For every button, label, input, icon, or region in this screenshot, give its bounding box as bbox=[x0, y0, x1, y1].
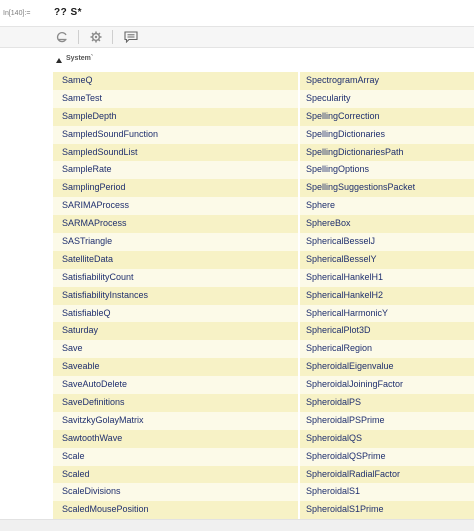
symbol-link[interactable]: SawtoothWave bbox=[53, 429, 298, 448]
symbol-link[interactable]: SamplingPeriod bbox=[53, 179, 298, 198]
symbol-link[interactable]: Specularity bbox=[300, 89, 474, 108]
input-label: In[140]:= bbox=[3, 10, 31, 17]
table-row: SampledSoundFunction SpellingDictionaries bbox=[53, 125, 474, 144]
evaluate-icon[interactable] bbox=[52, 28, 72, 46]
table-row: SampledSoundList SpellingDictionariesPath bbox=[53, 143, 474, 162]
table-row: SatelliteData SphericalBesselY bbox=[53, 250, 474, 269]
symbol-link[interactable]: SaveDefinitions bbox=[53, 394, 298, 412]
symbol-link[interactable]: SampleRate bbox=[53, 161, 298, 180]
table-row: SaveDefinitions SpheroidalPS bbox=[53, 394, 474, 412]
symbol-link[interactable]: SARMAProcess bbox=[53, 215, 298, 234]
toolbar-separator bbox=[78, 30, 79, 44]
symbol-link[interactable]: SphericalBesselY bbox=[300, 250, 474, 269]
table-row: SARIMAProcess Sphere bbox=[53, 197, 474, 216]
toolbar-separator bbox=[112, 30, 113, 44]
table-row: Saveable SpheroidalEigenvalue bbox=[53, 358, 474, 377]
symbol-link[interactable]: SASTriangle bbox=[53, 233, 298, 251]
input-text[interactable]: ?? S* bbox=[54, 7, 82, 18]
table-row: Scaled SpheroidalRadialFactor bbox=[53, 465, 474, 484]
symbol-link[interactable]: SameTest bbox=[53, 89, 298, 108]
symbol-link[interactable]: SphericalBesselJ bbox=[300, 233, 474, 251]
symbol-link[interactable]: SaveAutoDelete bbox=[53, 376, 298, 395]
symbol-link[interactable]: SpheroidalEigenvalue bbox=[300, 358, 474, 377]
table-row: SampleRate SpellingOptions bbox=[53, 161, 474, 180]
table-row: Save SphericalRegion bbox=[53, 340, 474, 359]
symbol-link[interactable]: SphericalHankelH2 bbox=[300, 286, 474, 305]
collapse-triangle-icon[interactable] bbox=[55, 56, 63, 64]
symbol-link[interactable]: SpellingSuggestionsPacket bbox=[300, 179, 474, 198]
table-row: SamplingPeriod SpellingSuggestionsPacket bbox=[53, 179, 474, 198]
output-toolbar bbox=[0, 26, 474, 48]
symbol-link[interactable]: Sphere bbox=[300, 197, 474, 216]
settings-gear-icon[interactable] bbox=[86, 28, 106, 46]
symbol-link[interactable]: SatisfiabilityCount bbox=[53, 268, 298, 287]
table-row: SARMAProcess SphereBox bbox=[53, 215, 474, 234]
symbol-link[interactable]: SARIMAProcess bbox=[53, 197, 298, 216]
symbol-link[interactable]: SatisfiableQ bbox=[53, 304, 298, 323]
context-label: System` bbox=[66, 55, 94, 62]
symbol-link[interactable]: SatelliteData bbox=[53, 250, 298, 269]
table-row: SameQ SpectrogramArray bbox=[53, 72, 474, 90]
symbol-link[interactable]: SampleDepth bbox=[53, 107, 298, 126]
symbol-link[interactable]: SpellingOptions bbox=[300, 161, 474, 180]
symbol-link[interactable]: SpheroidalQSPrime bbox=[300, 447, 474, 466]
table-row: SawtoothWave SpheroidalQS bbox=[53, 429, 474, 448]
table-row: SaveAutoDelete SpheroidalJoiningFactor bbox=[53, 376, 474, 395]
symbol-link[interactable]: SavitzkyGolayMatrix bbox=[53, 411, 298, 430]
symbol-link[interactable]: SpellingDictionariesPath bbox=[300, 143, 474, 162]
symbol-link[interactable]: Scale bbox=[53, 447, 298, 466]
symbol-link[interactable]: Saturday bbox=[53, 322, 298, 341]
table-row: SavitzkyGolayMatrix SpheroidalPSPrime bbox=[53, 411, 474, 430]
symbol-link[interactable]: SphericalPlot3D bbox=[300, 322, 474, 341]
symbol-link[interactable]: SphereBox bbox=[300, 215, 474, 234]
symbol-link[interactable]: SatisfiabilityInstances bbox=[53, 286, 298, 305]
table-row: ScaleDivisions SpheroidalS1 bbox=[53, 483, 474, 502]
cell-bottom-bar bbox=[0, 519, 474, 531]
input-cell[interactable]: In[140]:= ?? S* bbox=[0, 0, 474, 26]
table-row: SameTest Specularity bbox=[53, 89, 474, 108]
table-row: SatisfiabilityInstances SphericalHankelH2 bbox=[53, 286, 474, 305]
table-row: SASTriangle SphericalBesselJ bbox=[53, 233, 474, 251]
symbol-link[interactable]: Scaled bbox=[53, 465, 298, 484]
symbol-link[interactable]: SampledSoundList bbox=[53, 143, 298, 162]
table-row: ScaledMousePosition SpheroidalS1Prime bbox=[53, 501, 474, 520]
symbol-link[interactable]: SpellingDictionaries bbox=[300, 125, 474, 144]
table-row: Saturday SphericalPlot3D bbox=[53, 322, 474, 341]
symbol-grid: SameQ SpectrogramArray SameTest Specularity… bbox=[53, 72, 474, 520]
symbol-link[interactable]: ScaleDivisions bbox=[53, 483, 298, 502]
context-header: System` bbox=[0, 48, 474, 72]
symbol-link[interactable]: SphericalHankelH1 bbox=[300, 268, 474, 287]
symbol-link[interactable]: SpheroidalRadialFactor bbox=[300, 465, 474, 484]
symbol-link[interactable]: SampledSoundFunction bbox=[53, 125, 298, 144]
symbol-link[interactable]: SpheroidalJoiningFactor bbox=[300, 376, 474, 395]
symbol-link[interactable]: SphericalHarmonicY bbox=[300, 304, 474, 323]
comment-icon[interactable] bbox=[121, 28, 141, 46]
table-row: SatisfiabilityCount SphericalHankelH1 bbox=[53, 268, 474, 287]
table-row: SampleDepth SpellingCorrection bbox=[53, 107, 474, 126]
symbol-link[interactable]: SpectrogramArray bbox=[300, 72, 474, 90]
symbol-link[interactable]: SpheroidalPSPrime bbox=[300, 411, 474, 430]
symbol-link[interactable]: ScaledMousePosition bbox=[53, 501, 298, 520]
symbol-link[interactable]: SameQ bbox=[53, 72, 298, 90]
symbol-link[interactable]: Save bbox=[53, 340, 298, 359]
symbol-link[interactable]: SpheroidalPS bbox=[300, 394, 474, 412]
table-row: Scale SpheroidalQSPrime bbox=[53, 447, 474, 466]
symbol-link[interactable]: SpheroidalS1 bbox=[300, 483, 474, 502]
symbol-link[interactable]: SpheroidalQS bbox=[300, 429, 474, 448]
symbol-link[interactable]: SphericalRegion bbox=[300, 340, 474, 359]
symbol-link[interactable]: SpellingCorrection bbox=[300, 107, 474, 126]
symbol-link[interactable]: SpheroidalS1Prime bbox=[300, 501, 474, 520]
table-row: SatisfiableQ SphericalHarmonicY bbox=[53, 304, 474, 323]
symbol-link[interactable]: Saveable bbox=[53, 358, 298, 377]
